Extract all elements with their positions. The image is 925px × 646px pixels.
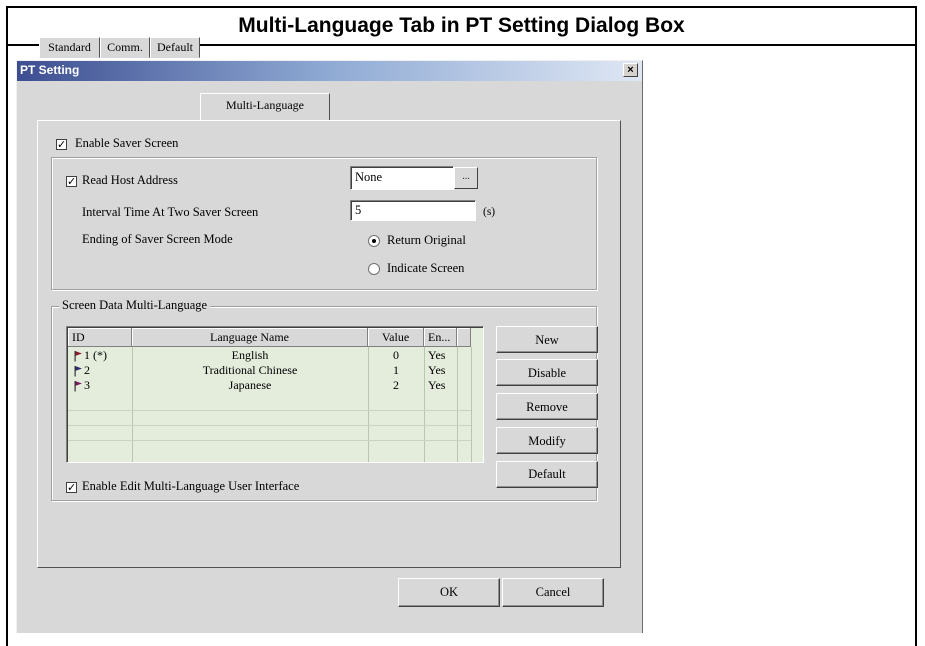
interval-unit: (s)	[483, 206, 496, 218]
enable-saver-checkbox[interactable]: ✓	[56, 139, 67, 150]
radio-indicate-screen[interactable]	[368, 263, 380, 275]
row-divider	[68, 440, 471, 441]
column-header-id[interactable]: ID	[68, 328, 132, 347]
default-button[interactable]: Default	[496, 461, 598, 488]
radio-selected-dot	[372, 239, 376, 243]
browse-button[interactable]: ...	[454, 167, 478, 189]
flag-icon	[74, 351, 82, 362]
modify-button[interactable]: Modify	[496, 427, 598, 454]
read-host-label: Read Host Address	[82, 173, 178, 187]
row-divider	[68, 410, 471, 411]
radio-return-original[interactable]	[368, 235, 380, 247]
interval-label: Interval Time At Two Saver Screen	[82, 205, 259, 219]
column-header-filler	[457, 328, 471, 347]
tab-multi-language[interactable]: Multi-Language	[200, 93, 330, 120]
tab-standard[interactable]: Standard	[39, 37, 100, 58]
cell-enabled: Yes	[428, 378, 446, 392]
language-table[interactable]: ID Language Name Value En... 1 (*) Engli…	[66, 326, 484, 463]
check-icon: ✓	[67, 481, 77, 494]
remove-button[interactable]: Remove	[496, 393, 598, 420]
check-icon: ✓	[57, 138, 67, 151]
cell-language-name: Traditional Chinese	[202, 363, 298, 377]
cell-enabled: Yes	[428, 348, 446, 362]
ok-button[interactable]: OK	[398, 578, 500, 607]
cell-language-name: English	[231, 348, 269, 362]
flag-icon	[74, 366, 82, 377]
new-button[interactable]: New	[496, 326, 598, 353]
close-icon: ×	[627, 64, 634, 76]
cell-value: 1	[393, 363, 399, 377]
read-host-checkbox[interactable]: ✓	[66, 176, 77, 187]
cancel-button[interactable]: Cancel	[502, 578, 604, 607]
column-divider	[471, 347, 472, 462]
close-button[interactable]: ×	[623, 63, 638, 77]
cell-value: 0	[393, 348, 399, 362]
interval-field[interactable]: 5	[350, 200, 476, 221]
table-row[interactable]: 1 (*) English 0 Yes	[68, 348, 471, 363]
cell-id: 3	[84, 378, 90, 392]
enable-edit-ui-checkbox[interactable]: ✓	[66, 482, 77, 493]
table-row[interactable]: 3 Japanese 2 Yes	[68, 378, 471, 393]
return-original-label: Return Original	[387, 233, 466, 247]
cell-value: 2	[393, 378, 399, 392]
enable-saver-label: Enable Saver Screen	[75, 136, 179, 150]
row-divider	[68, 425, 471, 426]
table-row[interactable]: 2 Traditional Chinese 1 Yes	[68, 363, 471, 378]
cell-enabled: Yes	[428, 363, 446, 377]
enable-edit-ui-label: Enable Edit Multi-Language User Interfac…	[82, 479, 300, 493]
indicate-screen-label: Indicate Screen	[387, 261, 465, 275]
cell-id: 1 (*)	[84, 348, 107, 362]
column-header-value[interactable]: Value	[368, 328, 424, 347]
tab-default[interactable]: Default	[150, 37, 200, 58]
column-header-language-name[interactable]: Language Name	[132, 328, 368, 347]
dialog-title: PT Setting	[20, 63, 80, 77]
cell-id: 2	[84, 363, 90, 377]
host-address-field[interactable]: None	[350, 166, 454, 190]
ending-mode-label: Ending of Saver Screen Mode	[82, 232, 233, 246]
disable-button[interactable]: Disable	[496, 359, 598, 386]
tab-comm[interactable]: Comm.	[100, 37, 150, 58]
cell-language-name: Japanese	[228, 378, 272, 392]
check-icon: ✓	[67, 175, 77, 188]
dialog-title-bar[interactable]: PT Setting ×	[17, 61, 642, 81]
flag-icon	[74, 381, 82, 392]
multi-language-group-title: Screen Data Multi-Language	[59, 298, 211, 313]
column-header-enabled[interactable]: En...	[424, 328, 457, 347]
